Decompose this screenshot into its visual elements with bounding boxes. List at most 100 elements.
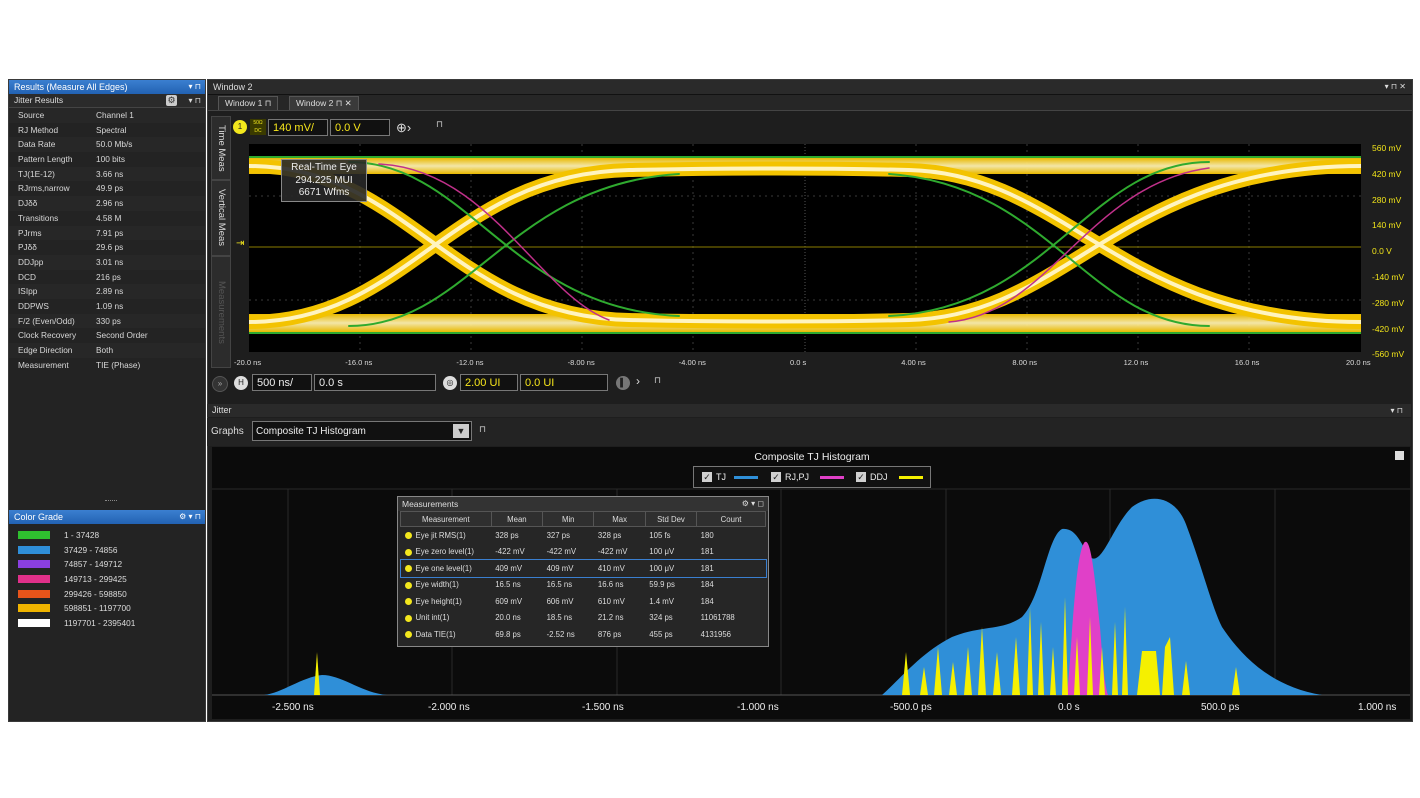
color-swatch	[18, 618, 50, 627]
histogram-tick-label: -2.500 ns	[272, 702, 314, 713]
vertical-offset-field[interactable]: 0.0 V	[330, 119, 390, 136]
ui-icon[interactable]: ◎	[443, 376, 457, 390]
pin-icon[interactable]: ⊓	[654, 375, 661, 386]
legend-ddj-label: DDJ	[870, 472, 888, 482]
jitter-result-value: 3.66 ns	[96, 168, 124, 179]
jitter-result-row: Transitions 4.58 M	[9, 211, 205, 226]
results-title-text: Results (Measure All Edges)	[14, 82, 128, 92]
window-controls-icon[interactable]: ▾ ⊓ ✕	[1385, 80, 1406, 94]
collapse-icon[interactable]: »	[212, 376, 228, 392]
tab-window-2[interactable]: Window 2 ⊓ ✕	[289, 96, 359, 110]
horizontal-position-field[interactable]: 0.0 s	[314, 374, 436, 391]
side-tab-time-meas[interactable]: Time Meas	[211, 116, 231, 180]
jitter-result-label: RJrms,narrow	[18, 183, 70, 194]
measurement-row[interactable]: Data TIE(1) 69.8 ps -2.52 ns 876 ps 455 ps 41…	[401, 626, 766, 643]
measurement-cell: Eye jit RMS(1)	[401, 527, 492, 544]
measurements-controls-icon[interactable]: ⚙ ▾ ◻	[742, 497, 764, 511]
measurement-cell: 59.9 ps	[649, 580, 675, 590]
measurements-column-header[interactable]: Min	[542, 511, 595, 527]
next-arrow-icon[interactable]: ›	[636, 374, 640, 388]
jitter-result-row: F/2 (Even/Odd) 330 ps	[9, 313, 205, 329]
channel-1-icon[interactable]: 1	[233, 120, 247, 134]
vertical-scale-field[interactable]: 140 mV/	[268, 119, 328, 136]
coupling-badge: 50Ω DC	[250, 119, 266, 135]
horizontal-scale-field[interactable]: 500 ns/	[252, 374, 312, 391]
pin-icon[interactable]: ⊓	[436, 119, 443, 130]
ddj-checkbox[interactable]: ✓	[856, 472, 866, 482]
jitter-result-row: ISIpp 2.89 ns	[9, 284, 205, 299]
measurement-row[interactable]: Unit int(1) 20.0 ns 18.5 ns 21.2 ns 324 ps 11…	[401, 610, 766, 627]
maximize-icon[interactable]	[1395, 451, 1404, 460]
measurements-column-header[interactable]: Count	[696, 511, 766, 527]
histogram-tick-label: 500.0 ps	[1201, 702, 1240, 713]
chevron-down-icon[interactable]: ▼	[453, 424, 469, 438]
measurements-column-header[interactable]: Std Dev	[644, 511, 698, 527]
ui-position-field[interactable]: 0.0 UI	[520, 374, 608, 391]
jitter-result-row: Edge Direction Both	[9, 343, 205, 358]
measurement-cell: 180	[700, 530, 714, 540]
jitter-result-label: DDPWS	[18, 300, 49, 311]
side-tab-vertical-meas[interactable]: Vertical Meas	[211, 180, 231, 256]
eye-info-wfms: 6671 Wfms	[298, 187, 350, 198]
measurement-cell: 21.2 ns	[597, 613, 624, 623]
jitter-result-row: PJrms 7.91 ps	[9, 225, 205, 241]
color-swatch	[18, 589, 50, 598]
jitter-result-row: DJδδ 2.96 ns	[9, 196, 205, 211]
measurement-row[interactable]: Eye height(1) 609 mV 606 mV 610 mV 1.4 mV 184	[401, 593, 766, 610]
voltage-tick-label: -280 mV	[1372, 297, 1405, 308]
color-grade-row: 1197701 - 2395401	[9, 616, 205, 631]
jitter-controls-icon[interactable]: ▾ ⊓	[1391, 404, 1403, 417]
jitter-result-row: PJδδ 29.6 ps	[9, 240, 205, 255]
jitter-result-label: PJδδ	[18, 242, 37, 253]
measurement-row[interactable]: Eye one level(1) 409 mV 409 mV 410 mV 100 μV…	[399, 559, 767, 578]
measurement-row[interactable]: Eye zero level(1) -422 mV -422 mV -422 mV 10…	[401, 544, 766, 561]
graph-select-value: Composite TJ Histogram	[256, 426, 366, 437]
graph-select[interactable]: Composite TJ Histogram ▼	[252, 421, 472, 441]
tab-bar: Window 1 ⊓ Window 2 ⊓ ✕	[208, 95, 1412, 111]
horizontal-icon[interactable]: H	[234, 376, 248, 390]
status-dot-icon	[404, 565, 412, 573]
color-grade-range: 1197701 - 2395401	[64, 617, 136, 628]
color-grade-range: 598851 - 1197700	[64, 603, 131, 614]
measurement-cell: 876 ps	[597, 629, 622, 639]
measurements-column-header[interactable]: Max	[593, 511, 646, 527]
jitter-result-label: DJδδ	[18, 198, 38, 209]
eye-info-title: Real-Time Eye	[291, 162, 357, 173]
eye-diagram-plot[interactable]	[249, 144, 1361, 352]
measurement-row[interactable]: Eye width(1) 16.5 ns 16.5 ns 16.6 ns 59.9 ps…	[401, 577, 766, 594]
panel-controls-icon[interactable]: ▾ ⊓	[189, 80, 201, 94]
measurement-cell: 69.8 ps	[495, 629, 521, 639]
measurements-column-header[interactable]: Mean	[490, 511, 544, 527]
ui-scale-field[interactable]: 2.00 UI	[460, 374, 518, 391]
jitter-result-label: Edge Direction	[18, 345, 73, 355]
jitter-result-value: 7.91 ps	[96, 227, 124, 238]
results-panel-title[interactable]: Results (Measure All Edges) ▾ ⊓	[9, 80, 205, 94]
color-grade-title[interactable]: Color Grade ⚙ ▾ ⊓	[9, 510, 205, 524]
measurement-cell: Eye height(1)	[401, 593, 492, 610]
measurement-cell: 328 ps	[597, 530, 622, 540]
status-dot-icon	[404, 548, 412, 556]
graphs-bar: Graphs Composite TJ Histogram ▼ ⊓	[207, 418, 1411, 446]
jitter-result-value: 50.0 Mb/s	[96, 139, 133, 150]
measurement-row[interactable]: Eye jit RMS(1) 328 ps 327 ps 328 ps 105 fs 18…	[401, 527, 766, 544]
measurements-column-header[interactable]: Measurement	[400, 511, 492, 527]
tab-window-1[interactable]: Window 1 ⊓	[218, 96, 279, 110]
add-arrow-icon[interactable]: ⊕›	[396, 119, 440, 136]
measurement-cell: Unit int(1)	[401, 610, 492, 627]
histogram-tick-label: -500.0 ps	[890, 702, 932, 713]
jitter-result-label: Source	[18, 110, 45, 120]
window-header: Window 2 ▾ ⊓ ✕	[208, 80, 1412, 95]
gear-icon[interactable]: ⚙	[166, 95, 177, 106]
measurement-cell: 181	[700, 563, 714, 573]
acquire-icon[interactable]: ▌	[616, 376, 630, 390]
panel-controls-icon[interactable]: ▾ ⊓	[189, 94, 201, 107]
side-tab-measurements[interactable]: Measurements	[211, 256, 231, 368]
eye-info-overlay: Real-Time Eye 294.225 MUI 6671 Wfms	[281, 159, 367, 202]
jitter-result-value: 49.9 ps	[96, 183, 124, 194]
panel-controls-icon[interactable]: ⚙ ▾ ⊓	[179, 510, 201, 524]
rjpj-checkbox[interactable]: ✓	[771, 472, 781, 482]
pin-icon[interactable]: ⊓	[479, 424, 486, 435]
channel-marker-icon[interactable]: ⇥	[236, 238, 244, 249]
splitter-handle[interactable]	[105, 500, 117, 503]
tj-checkbox[interactable]: ✓	[702, 472, 712, 482]
